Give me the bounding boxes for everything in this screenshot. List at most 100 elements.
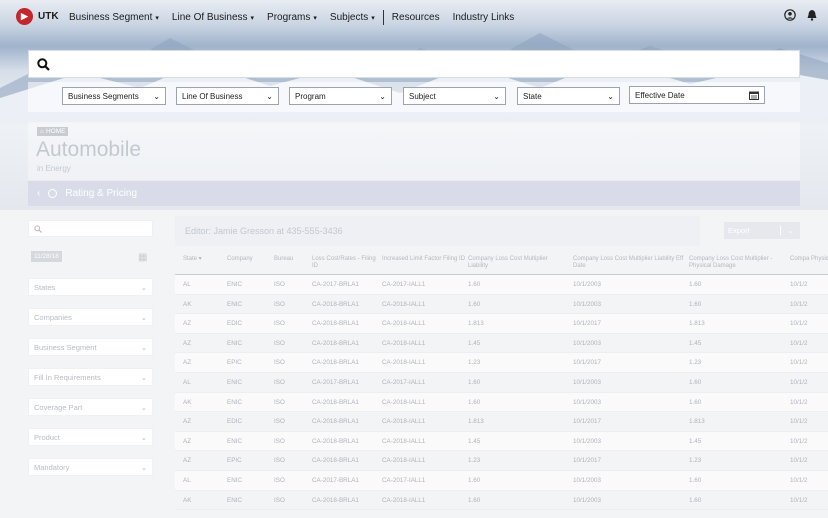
table-cell: 1.45 — [689, 437, 702, 445]
table-row[interactable]: AL ENIC ISO CA-2017-BRLA1 CA-2017-IALL1 1.60 1… — [175, 275, 828, 295]
global-search[interactable] — [28, 50, 800, 78]
filter-state[interactable]: State ⌄ — [517, 87, 620, 105]
table-cell: AL — [183, 378, 191, 386]
table-row[interactable]: AK ENIC ISO CA-2018-BRLA1 CA-2018-IALL1 1.60 1… — [175, 295, 828, 315]
account-icon[interactable] — [784, 9, 796, 21]
sidebar-item-coverage-part[interactable]: Coverage Part ⌄ — [28, 398, 153, 416]
table-cell: ISO — [274, 378, 285, 386]
nav-resources[interactable]: Resources — [392, 12, 440, 23]
section-title: Rating & Pricing — [65, 188, 138, 199]
table-row[interactable]: AL ENIC ISO CA-2017-BRLA1 CA-2017-IALL1 1.60 1… — [175, 470, 828, 491]
nav-divider — [382, 10, 384, 25]
sidebar-item-product[interactable]: Product ⌄ — [28, 428, 153, 446]
chevron-down-icon: ⌄ — [379, 91, 386, 101]
table-cell: CA-2018-IALL1 — [382, 398, 426, 406]
back-icon[interactable]: ‹ — [37, 188, 40, 199]
sidebar-item-label: Mandatory — [34, 462, 70, 472]
breadcrumb-home[interactable]: ⌂ HOME — [37, 127, 69, 136]
table-cell: EDIC — [227, 418, 243, 426]
date-badge[interactable]: 11/28/18 — [31, 251, 62, 262]
brand-logo[interactable]: ▶ UTK — [16, 8, 59, 25]
column-header[interactable]: Increased Limit Factor Filing ID — [382, 256, 466, 263]
column-header[interactable]: Company Loss Cost Multiplier Liability — [468, 256, 568, 270]
sidebar-search-input[interactable] — [28, 220, 153, 237]
chevron-down-icon: ⌄ — [140, 372, 147, 382]
sidebar-item-label: Product — [34, 432, 60, 442]
column-header[interactable]: Company Loss Cost Multiplier Liability E… — [573, 256, 685, 270]
table-cell: AK — [183, 300, 192, 308]
column-header[interactable]: State ▾ — [183, 256, 223, 263]
nav-subjects[interactable]: Subjects ▾ — [330, 12, 375, 23]
search-icon — [37, 57, 50, 71]
table-cell: CA-2018-BRLA1 — [312, 339, 359, 347]
table-cell: 1.813 — [689, 418, 705, 426]
filter-line-of-business[interactable]: Line Of Business ⌄ — [176, 87, 279, 105]
sidebar-item-mandatory[interactable]: Mandatory ⌄ — [28, 458, 153, 476]
table-row[interactable]: AZ ENIC ISO CA-2018-BRLA1 CA-2018-IALL1 1.45 1… — [175, 431, 828, 452]
nav-industry-links[interactable]: Industry Links — [453, 12, 515, 23]
column-header[interactable]: Company Loss Cost Multiplier - Physical … — [689, 256, 785, 270]
chevron-down-icon[interactable]: ⌄ — [780, 226, 800, 235]
column-header[interactable]: Compa Physic — [790, 256, 828, 263]
chevron-down-icon: ⌄ — [140, 282, 147, 292]
table-row[interactable]: AZ ENIC ISO CA-2018-BRLA1 CA-2018-IALL1 1.45 1… — [175, 334, 828, 354]
table-row[interactable]: AK ENIC ISO CA-2018-BRLA1 CA-2018-IALL1 1.60 1… — [175, 392, 828, 413]
table-cell: 1.45 — [468, 339, 481, 347]
table-cell: AZ — [183, 418, 192, 426]
table-row[interactable]: AK ENIC ISO CA-2018-BRLA1 CA-2018-IALL1 1.60 1… — [175, 491, 828, 511]
effective-date-field[interactable]: Effective Date — [629, 86, 765, 104]
page-subtitle: in Energy — [37, 164, 71, 173]
sidebar-item-fill-in-requirements[interactable]: Fill In Requirements ⌄ — [28, 368, 153, 386]
nav-programs[interactable]: Programs ▾ — [267, 12, 317, 23]
export-button[interactable]: Export ⌄ — [724, 222, 800, 239]
filter-business-segments[interactable]: Business Segments ⌄ — [62, 87, 166, 105]
column-header[interactable]: Bureau — [274, 256, 310, 263]
table-row[interactable]: AZ EDIC ISO CA-2018-BRLA1 CA-2018-IALL1 1.813… — [175, 412, 828, 432]
table-cell: 10/1/2003 — [573, 339, 602, 347]
table-cell: 1.60 — [689, 496, 702, 504]
chevron-down-icon: ▾ — [155, 14, 159, 22]
table-row[interactable]: AZ EDIC ISO CA-2018-BRLA1 CA-2018-IALL1 1.813… — [175, 314, 828, 334]
sidebar-item-states[interactable]: States ⌄ — [28, 278, 153, 296]
table-row[interactable]: AZ EPIC ISO CA-2018-BRLA1 CA-2018-IALL1 1.23 1… — [175, 353, 828, 373]
table-cell: AZ — [183, 437, 192, 445]
nav-line-of-business[interactable]: Line Of Business ▾ — [172, 12, 254, 23]
table-cell: CA-2017-IALL1 — [382, 281, 426, 288]
chevron-down-icon: ⌄ — [140, 312, 147, 322]
table-cell: 10/1/2017 — [573, 457, 602, 465]
section-header: ‹ Rating & Pricing — [28, 181, 800, 206]
table-row[interactable]: AL ENIC ISO CA-2017-BRLA1 CA-2017-IALL1 1.60 1… — [175, 373, 828, 393]
table-cell: ISO — [274, 496, 285, 504]
table-row[interactable]: AZ EPIC ISO CA-2018-BRLA1 CA-2018-IALL1 1.23 1… — [175, 451, 828, 471]
chevron-down-icon: ▾ — [371, 14, 375, 22]
table-cell: ISO — [274, 476, 285, 484]
calendar-icon[interactable] — [749, 91, 759, 100]
table-cell: 1.60 — [689, 300, 702, 308]
table-cell: AL — [183, 281, 191, 288]
table-cell: 10/1/2003 — [573, 300, 602, 308]
sidebar-item-label: Coverage Part — [34, 402, 83, 412]
table-cell: CA-2018-IALL1 — [382, 359, 426, 367]
table-cell: ENIC — [227, 496, 243, 504]
filter-program[interactable]: Program ⌄ — [289, 87, 392, 105]
table-cell: CA-2018-BRLA1 — [312, 398, 359, 406]
table-cell: 10/1/2 — [790, 418, 808, 426]
table-cell: 1.60 — [468, 476, 481, 484]
table-cell: AZ — [183, 457, 192, 465]
table-cell: CA-2018-IALL1 — [382, 300, 426, 308]
filter-subject[interactable]: Subject ⌄ — [403, 87, 506, 105]
calendar-icon[interactable]: ▦ — [138, 252, 147, 263]
sidebar-item-companies[interactable]: Companies ⌄ — [28, 308, 153, 326]
chevron-down-icon: ⌄ — [140, 462, 147, 472]
nav-business-segment[interactable]: Business Segment ▾ — [69, 12, 159, 23]
table-cell: 1.813 — [468, 320, 484, 328]
filter-bar: Business Segments ⌄ Line Of Business ⌄ Pro… — [28, 82, 800, 112]
bell-icon[interactable] — [806, 9, 818, 21]
table-cell: CA-2018-BRLA1 — [312, 300, 359, 308]
column-header[interactable]: Loss Cost/Rates - Filing ID — [312, 256, 380, 270]
sidebar-item-business-segment[interactable]: Business Segment ⌄ — [28, 338, 153, 356]
column-header[interactable]: Company — [227, 256, 272, 263]
table-cell: ENIC — [227, 378, 243, 386]
table-cell: 1.60 — [468, 398, 481, 406]
table-cell: CA-2018-BRLA1 — [312, 320, 359, 328]
